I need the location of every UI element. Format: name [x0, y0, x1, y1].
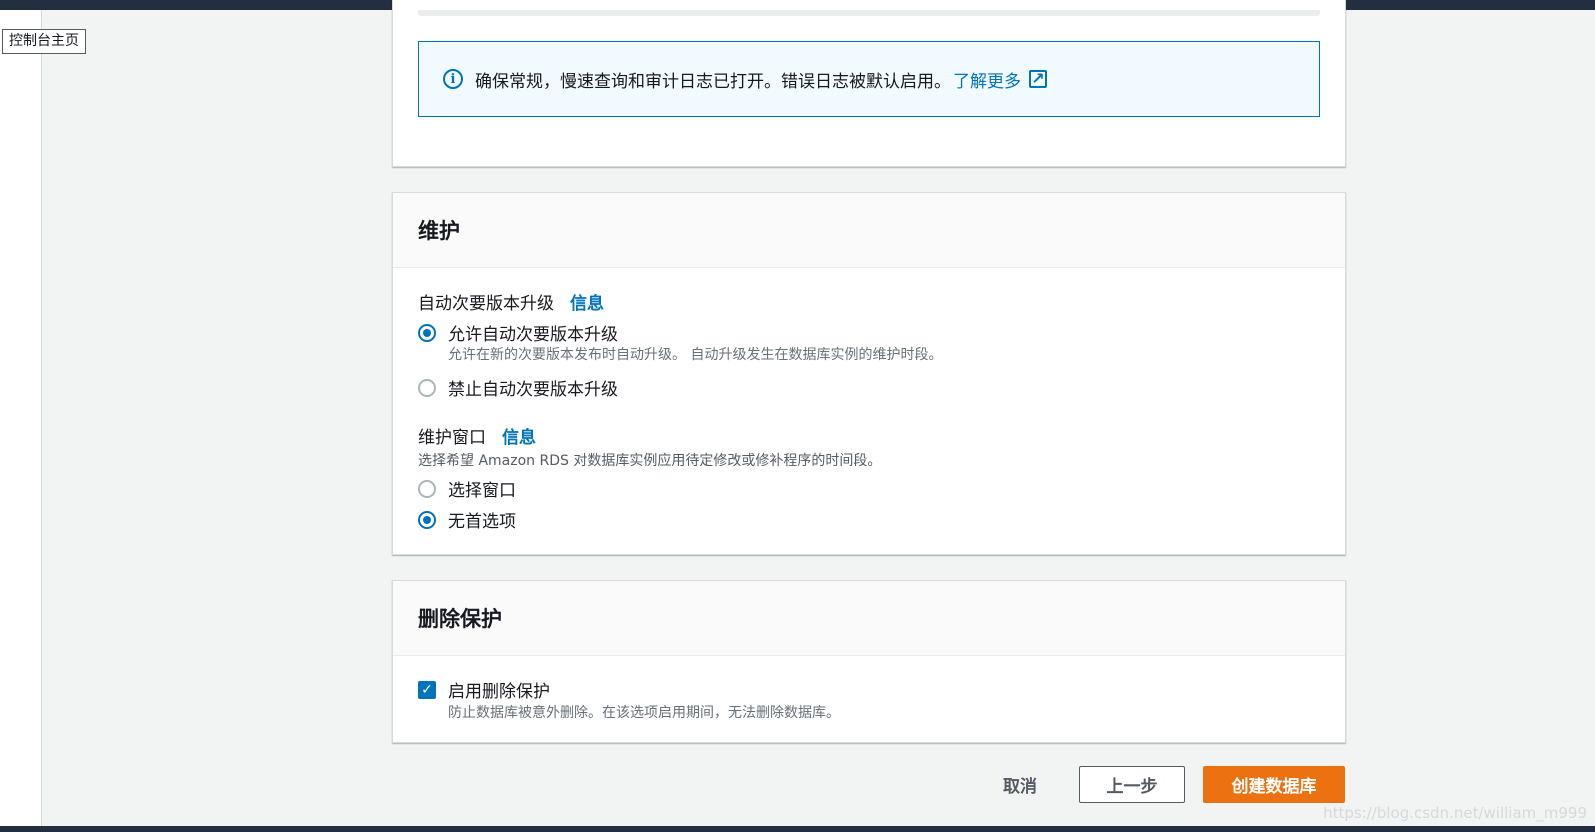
deletion-protection-title: 删除保护 [418, 607, 502, 631]
form-actions: 取消 上一步 创建数据库 [1003, 766, 1345, 803]
external-link-icon[interactable]: ↗ [1029, 70, 1047, 88]
deletion-protection-header: 删除保护 [393, 581, 1345, 656]
radio-enable-auto-upgrade[interactable]: 允许自动次要版本升级 [418, 320, 618, 345]
auto-upgrade-info-link[interactable]: 信息 [570, 294, 604, 314]
radio-button[interactable] [418, 378, 436, 397]
enable-auto-upgrade-desc: 允许在新的次要版本发布时自动升级。 自动升级发生在数据库实例的维护时段。 [448, 347, 943, 363]
radio-button[interactable] [418, 479, 436, 498]
deletion-protection-desc: 防止数据库被意外删除。在该选项启用期间，无法删除数据库。 [448, 705, 840, 721]
deletion-protection-checkbox-row[interactable]: ✓ 启用删除保护 [418, 677, 550, 702]
no-preference-label: 无首选项 [448, 512, 516, 532]
console-home-tooltip: 控制台主页 [2, 29, 86, 54]
radio-button-selected[interactable] [418, 323, 436, 342]
cancel-button[interactable]: 取消 [1003, 772, 1037, 797]
create-database-button[interactable]: 创建数据库 [1203, 766, 1345, 803]
checkbox-checked-icon[interactable]: ✓ [418, 680, 436, 699]
logs-info-text: 确保常规，慢速查询和审计日志已打开。错误日志被默认启用。 [475, 71, 951, 92]
maintenance-window-label-text: 维护窗口 [418, 428, 486, 448]
deletion-protection-card: 删除保护 ✓ 启用删除保护 防止数据库被意外删除。在该选项启用期间，无法删除数据… [392, 580, 1346, 743]
enable-auto-upgrade-label: 允许自动次要版本升级 [448, 325, 618, 345]
maintenance-window-info-link[interactable]: 信息 [502, 428, 536, 448]
maintenance-title: 维护 [418, 219, 460, 243]
radio-no-preference[interactable]: 无首选项 [418, 507, 516, 532]
side-navigation-collapsed[interactable] [0, 10, 42, 826]
maintenance-card: 维护 自动次要版本升级 信息 允许自动次要版本升级 允许在新的次要版本发布时自动升… [392, 192, 1346, 555]
previous-button[interactable]: 上一步 [1079, 766, 1185, 803]
log-exports-card: i 确保常规，慢速查询和审计日志已打开。错误日志被默认启用。 了解更多 ↗ [392, 0, 1346, 167]
maintenance-window-desc: 选择希望 Amazon RDS 对数据库实例应用待定修改或修补程序的时间段。 [418, 453, 882, 469]
radio-select-window[interactable]: 选择窗口 [418, 476, 516, 501]
radio-button-selected[interactable] [418, 510, 436, 529]
maintenance-window-label: 维护窗口 信息 [418, 423, 536, 448]
deletion-protection-label: 启用删除保护 [448, 682, 550, 702]
disable-auto-upgrade-label: 禁止自动次要版本升级 [448, 380, 618, 400]
maintenance-header: 维护 [393, 193, 1345, 268]
previous-field-strip [418, 10, 1320, 16]
auto-upgrade-label-text: 自动次要版本升级 [418, 294, 554, 314]
select-window-label: 选择窗口 [448, 481, 516, 501]
learn-more-link[interactable]: 了解更多 [953, 67, 1021, 92]
bottom-bar [0, 826, 1595, 832]
watermark-text: https://blog.csdn.net/william_m999 [1323, 804, 1587, 822]
radio-disable-auto-upgrade[interactable]: 禁止自动次要版本升级 [418, 375, 618, 400]
info-icon: i [443, 69, 463, 89]
logs-info-alert: i 确保常规，慢速查询和审计日志已打开。错误日志被默认启用。 了解更多 ↗ [418, 41, 1320, 117]
auto-upgrade-label: 自动次要版本升级 信息 [418, 289, 604, 314]
